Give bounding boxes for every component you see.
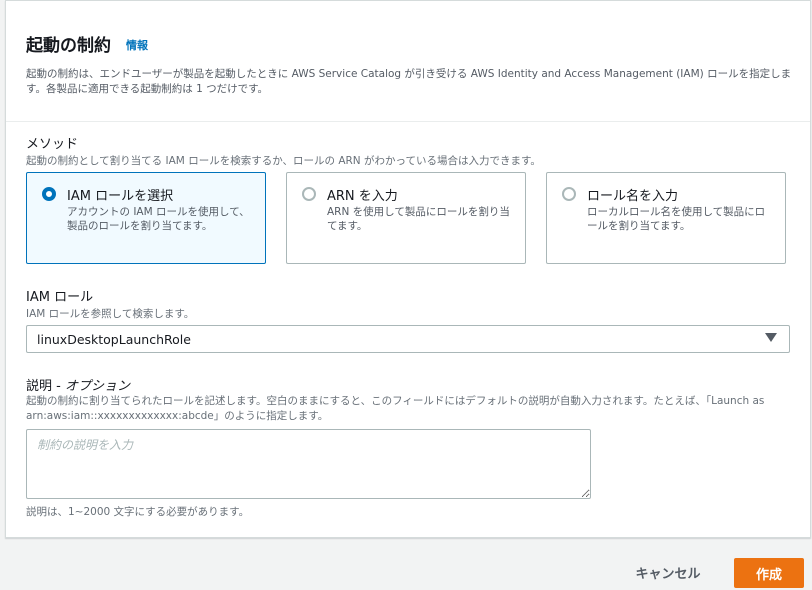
panel-header: 起動の制約 情報 起動の制約は、エンドユーザーが製品を起動したときに AWS S…: [6, 1, 810, 122]
tile-description: ローカルロール名を使用して製品にロールを割り当てます。: [587, 206, 766, 232]
description-label-text: 説明 -: [26, 379, 65, 394]
method-label: メソッド: [26, 137, 79, 152]
tile-select-iam-role[interactable]: IAM ロールを選択 アカウントの IAM ロールを使用して、製品のロールを割り…: [26, 172, 266, 264]
tile-enter-role-name[interactable]: ロール名を入力 ローカルロール名を使用して製品にロールを割り当てます。: [546, 172, 786, 264]
tile-title: IAM ロールを選択: [67, 189, 174, 204]
tile-description: アカウントの IAM ロールを使用して、製品のロールを割り当てます。: [67, 206, 250, 232]
description-constraint-text: 説明は、1~2000 文字にする必要があります。: [26, 506, 250, 518]
tile-title: ARN を入力: [327, 189, 398, 204]
page-title: 起動の制約: [26, 36, 111, 56]
tile-title: ロール名を入力: [587, 189, 679, 204]
header-description: 起動の制約は、エンドユーザーが製品を起動したときに AWS Service Ca…: [26, 68, 792, 95]
radio-enter-role-name[interactable]: [562, 187, 576, 201]
cancel-button[interactable]: キャンセル: [620, 558, 716, 586]
radio-enter-arn[interactable]: [302, 187, 316, 201]
iam-role-select-value: linuxDesktopLaunchRole: [37, 332, 191, 347]
description-field-label: 説明 - オプション: [26, 375, 130, 394]
iam-role-select[interactable]: linuxDesktopLaunchRole: [26, 325, 790, 353]
tile-description: ARN を使用して製品にロールを割り当てます。: [327, 206, 510, 232]
info-link[interactable]: 情報: [126, 37, 148, 53]
iam-role-description: IAM ロールを参照して検索します。: [26, 308, 195, 320]
iam-role-label: IAM ロール: [26, 290, 94, 305]
radio-select-iam-role[interactable]: [42, 187, 56, 201]
caret-down-icon: [765, 333, 777, 342]
method-description: 起動の制約として割り当てる IAM ロールを検索するか、ロールの ARN がわか…: [26, 155, 541, 167]
description-textarea[interactable]: [26, 429, 591, 499]
optional-label: オプション: [64, 379, 130, 394]
tile-enter-arn[interactable]: ARN を入力 ARN を使用して製品にロールを割り当てます。: [286, 172, 526, 264]
description-field-help: 起動の制約に割り当てられたロールを記述します。空白のままにすると、このフィールド…: [26, 395, 765, 422]
create-button[interactable]: 作成: [734, 558, 804, 588]
launch-constraint-panel: 起動の制約 情報 起動の制約は、エンドユーザーが製品を起動したときに AWS S…: [5, 0, 811, 538]
